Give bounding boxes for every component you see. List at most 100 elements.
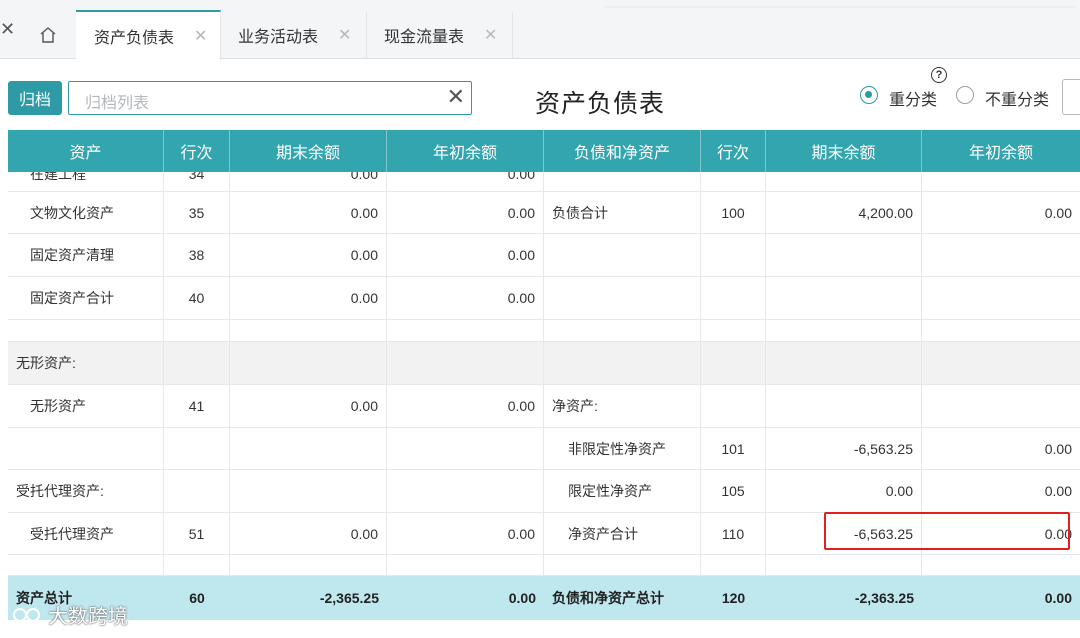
tab-cash-flow[interactable]: 现金流量表 ✕ — [366, 12, 513, 58]
total-cell: 负债和净资产总计 — [552, 590, 664, 606]
tab-balance-sheet[interactable]: 资产负债表 ✕ — [76, 10, 221, 60]
table-cell: 0.00 — [387, 277, 544, 319]
table-cell: 0.00 — [1044, 483, 1072, 499]
page-title: 资产负债表 — [535, 90, 666, 118]
table-row: 固定资产清理 38 0.00 0.00 — [8, 234, 1080, 277]
table-cell — [387, 320, 544, 341]
table-cell — [544, 234, 701, 276]
table-cell: 100 — [701, 192, 766, 233]
table-cell: 0.00 — [387, 234, 544, 276]
table-cell: 110 — [701, 513, 766, 554]
table-row: 无形资产: — [8, 342, 1080, 385]
table-cell — [387, 428, 544, 469]
table-cell: 0.00 — [387, 172, 544, 191]
collapse-icon[interactable]: ✕ — [0, 18, 15, 40]
table-cell: 0.00 — [387, 192, 544, 233]
table-cell — [766, 385, 922, 427]
table-cell: 35 — [164, 192, 230, 233]
close-icon[interactable]: ✕ — [194, 26, 207, 46]
table-cell — [544, 277, 701, 319]
col-header: 负债和净资产 — [544, 130, 701, 172]
table-cell — [544, 172, 701, 191]
table-cell: 40 — [164, 277, 230, 319]
table-cell — [701, 320, 766, 341]
table-cell: 0.00 — [387, 513, 544, 554]
col-header: 资产 — [8, 130, 164, 172]
logo-icon — [13, 607, 40, 622]
table-cell: 0.00 — [230, 513, 387, 554]
table-cell — [922, 342, 1080, 384]
table-row: 非限定性净资产 101 -6,563.25 0.00 — [8, 428, 1080, 470]
table-cell — [922, 320, 1080, 341]
table-cell: 文物文化资产 — [8, 192, 164, 233]
table-cell: 非限定性净资产 — [544, 428, 701, 469]
table-cell: 限定性净资产 — [544, 470, 701, 512]
table-cell — [766, 277, 922, 319]
archive-list-input[interactable]: 归档列表 ✕ — [68, 81, 472, 115]
reclassify-radio[interactable] — [860, 86, 878, 104]
table-cell: 0.00 — [1044, 204, 1072, 221]
table-cell — [230, 342, 387, 384]
table-cell — [701, 385, 766, 427]
help-icon[interactable]: ? — [931, 67, 947, 83]
table-cell: 0.00 — [1044, 440, 1072, 457]
table-cell — [766, 234, 922, 276]
archive-button[interactable]: 归档 — [8, 81, 62, 115]
highlight-box — [824, 512, 1070, 550]
clear-icon[interactable]: ✕ — [447, 85, 465, 109]
table-cell — [8, 428, 164, 469]
table-row: 受托代理资产: 限定性净资产 105 0.00 0.00 — [8, 470, 1080, 513]
table-cell: 0.00 — [230, 234, 387, 276]
table-cell: 在建工程 — [8, 172, 164, 191]
total-cell: 120 — [721, 590, 746, 606]
table-cell — [387, 342, 544, 384]
table-cell — [766, 320, 922, 341]
col-header: 行次 — [164, 130, 230, 172]
table-cell — [766, 172, 922, 191]
table-cell: 0.00 — [766, 470, 922, 512]
table-cell — [701, 555, 766, 575]
close-icon[interactable]: ✕ — [338, 25, 351, 45]
table-cell — [8, 320, 164, 341]
home-tab[interactable] — [22, 12, 74, 58]
table-cell: 净资产合计 — [544, 513, 701, 554]
table-cell: 4,200.00 — [766, 192, 922, 233]
table-cell: 38 — [164, 234, 230, 276]
col-header: 期末余额 — [230, 130, 387, 172]
table-cell — [544, 320, 701, 341]
close-icon[interactable]: ✕ — [484, 25, 497, 45]
total-cell: 60 — [189, 590, 205, 606]
table-cell — [230, 320, 387, 341]
table-cell: 固定资产合计 — [8, 277, 164, 319]
table-cell: 0.00 — [230, 277, 387, 319]
reclassify-label[interactable]: 重分类 — [889, 86, 937, 110]
table-cell: 固定资产清理 — [8, 234, 164, 276]
table-cell: 净资产: — [544, 385, 701, 427]
table-cell — [230, 470, 387, 512]
table-cell — [922, 277, 1080, 319]
table-cell: 0.00 — [230, 192, 387, 233]
total-row: 资产总计 60 -2,365.25 0.00 负债和净资产总计 120 -2,363.25 0… — [8, 576, 1080, 620]
table-cell: 0.00 — [230, 172, 387, 191]
no-reclassify-radio[interactable] — [956, 86, 974, 104]
watermark: 大数跨境 — [12, 600, 128, 629]
table-cell — [922, 555, 1080, 575]
col-header: 年初余额 — [968, 145, 1033, 162]
table-cell — [164, 470, 230, 512]
table-cell: 无形资产 — [8, 385, 164, 427]
table-cell — [701, 277, 766, 319]
table-row: 在建工程 34 0.00 0.00 — [8, 172, 1080, 192]
watermark-text: 大数跨境 — [48, 606, 128, 628]
total-cell: -2,363.25 — [854, 590, 914, 606]
table-cell: 105 — [701, 470, 766, 512]
table-cell — [701, 234, 766, 276]
table-cell — [922, 234, 1080, 276]
table-cell — [766, 342, 922, 384]
table-cell — [766, 555, 922, 575]
toolbar-button[interactable] — [1062, 79, 1080, 115]
tab-activity-statement[interactable]: 业务活动表 ✕ — [220, 12, 367, 58]
no-reclassify-label[interactable]: 不重分类 — [985, 86, 1049, 110]
col-header: 年初余额 — [387, 130, 544, 172]
table-cell: 41 — [164, 385, 230, 427]
table-cell: 负债合计 — [544, 192, 701, 233]
